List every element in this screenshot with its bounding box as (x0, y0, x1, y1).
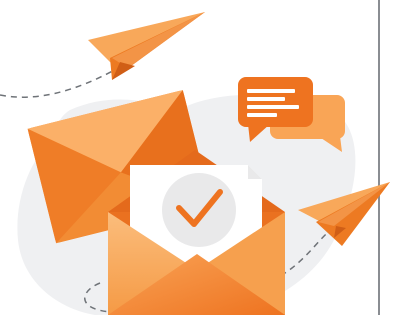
paper-plane-icon (88, 12, 205, 80)
illustration-canvas (0, 0, 390, 315)
checkmark-icon (162, 173, 236, 247)
email-sent-illustration (0, 0, 398, 315)
flight-path-top (0, 67, 119, 98)
